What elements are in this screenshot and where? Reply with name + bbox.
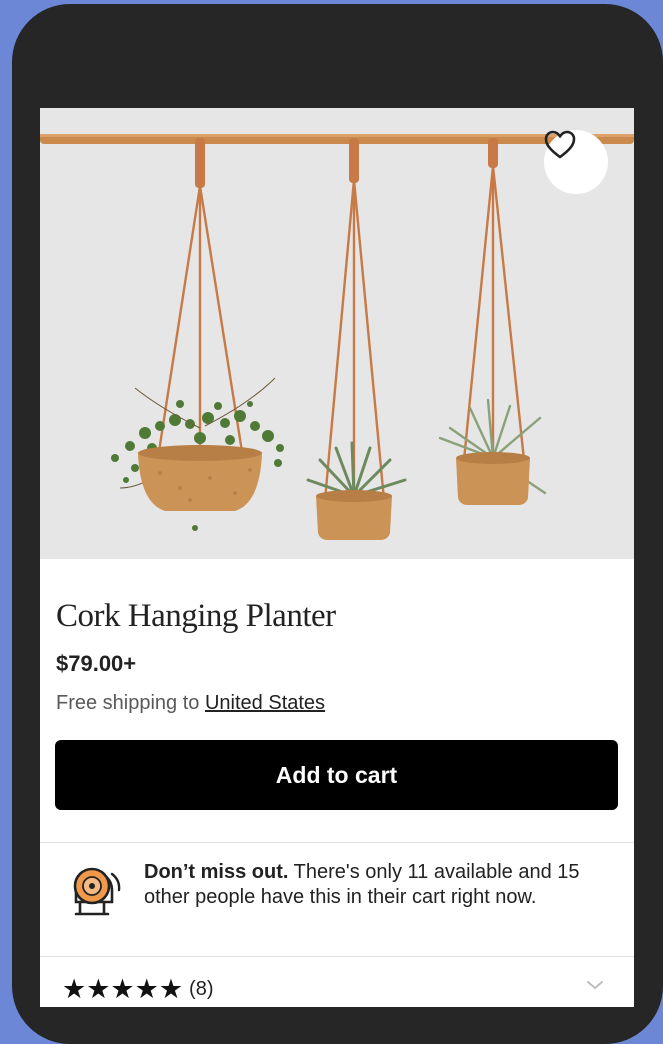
review-count: (8) <box>189 978 214 1000</box>
shipping-info: Free shipping to United States <box>56 692 325 715</box>
alarm-bell-icon <box>62 860 126 929</box>
rating-stars: ★★★★★ <box>62 974 184 1004</box>
divider <box>40 842 634 843</box>
shipping-destination-link[interactable]: United States <box>205 692 325 714</box>
shipping-prefix: Free shipping to <box>56 692 205 714</box>
reviews-summary[interactable]: ★★★★★ (8) <box>62 974 213 1005</box>
product-price: $79.00+ <box>56 651 137 676</box>
heart-outline-icon <box>544 130 576 159</box>
product-title: Cork Hanging Planter <box>56 598 336 634</box>
chevron-down-icon[interactable] <box>586 978 604 996</box>
product-image[interactable] <box>40 108 634 559</box>
product-screen: Cork Hanging Planter $79.00+ Free shippi… <box>40 108 634 1007</box>
alert-headline: Don’t miss out. <box>144 861 289 883</box>
scarcity-alert: Don’t miss out. There's only 11 availabl… <box>144 860 614 910</box>
product-photo <box>40 108 634 559</box>
add-to-cart-button[interactable]: Add to cart <box>55 740 618 810</box>
divider <box>40 956 634 957</box>
favorite-button[interactable] <box>544 130 608 194</box>
